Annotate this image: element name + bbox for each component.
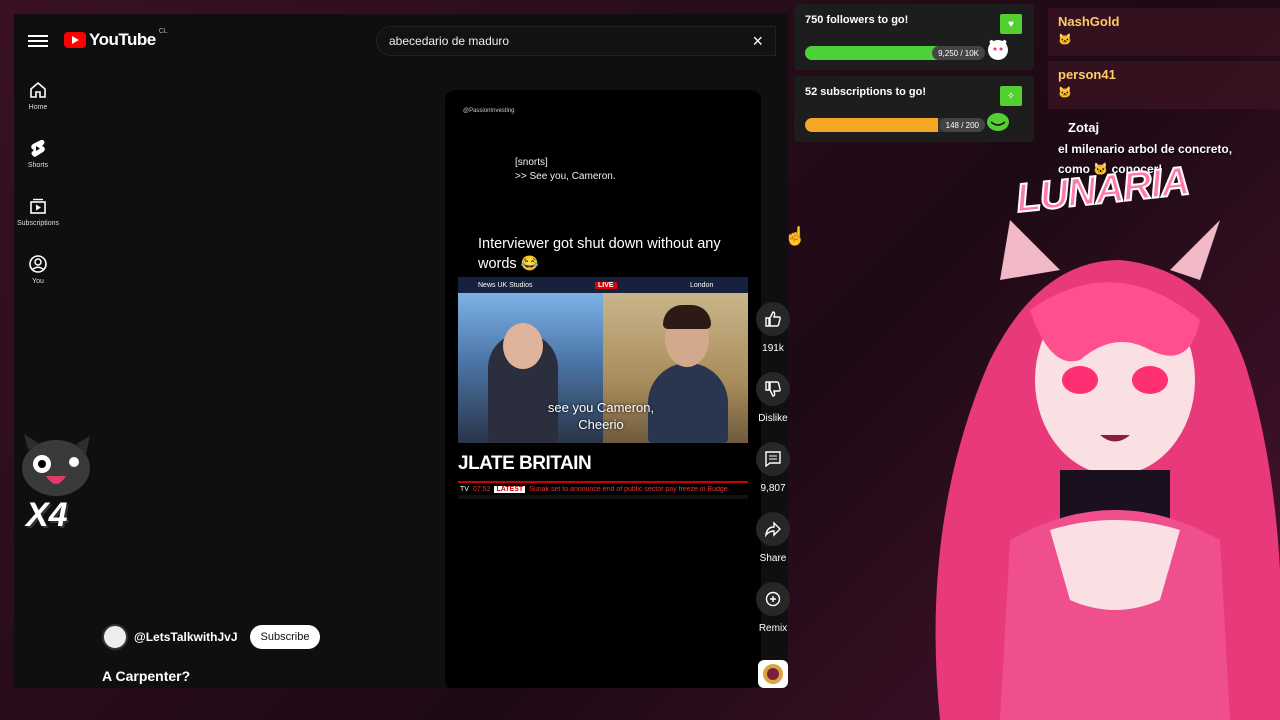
latest-badge: LATEST <box>494 485 526 493</box>
sidebar-label: Subscriptions <box>16 220 60 227</box>
ticker-bar: TV 07:52 LATEST Sunak set to announce en… <box>458 481 748 495</box>
goal-title: 52 subscriptions to go! <box>805 86 927 98</box>
chat-badge: 🐱 <box>1058 87 1072 99</box>
live-badge: LIVE <box>595 281 617 289</box>
chat-username: person41 <box>1058 67 1116 82</box>
hand-cursor-icon: ☝ <box>784 226 807 246</box>
goal-bar: 148 / 200 <box>805 118 985 132</box>
goal-title: 750 followers to go! <box>805 14 909 26</box>
multiplier-text: X4 <box>26 496 68 534</box>
goal-widgets: 750 followers to go! ♥ 9,250 / 10K 52 su… <box>794 4 1034 148</box>
dislike-icon <box>765 381 781 397</box>
sidebar-item-subscriptions[interactable]: Subscriptions <box>14 190 62 248</box>
sidebar-label: You <box>32 278 44 285</box>
action-bar: 191k Dislike 9,807 Share Remix <box>752 302 794 652</box>
caption-line: >> See you, Cameron. <box>515 171 616 182</box>
short-video-player[interactable]: @PassionInvesting [snorts] >> See you, C… <box>445 90 761 688</box>
subscriptions-icon <box>30 198 46 214</box>
goal-count: 148 / 200 <box>939 118 985 132</box>
jvj-logo-icon <box>763 664 783 684</box>
home-icon <box>30 81 46 98</box>
menu-icon[interactable] <box>28 32 48 52</box>
sidebar-label: Shorts <box>27 162 49 169</box>
comments-button[interactable]: 9,807 <box>752 442 794 512</box>
presenter-head <box>503 323 543 369</box>
channel-name[interactable]: @LetsTalkwithJvJ <box>134 630 238 644</box>
like-button[interactable]: 191k <box>752 302 794 372</box>
chat-username: Zotaj <box>1068 120 1100 135</box>
goal-count: 9,250 / 10K <box>932 46 985 60</box>
like-count: 191k <box>762 343 784 354</box>
cat-mascot-icon <box>22 434 90 496</box>
goal-bar: 9,250 / 10K <box>805 46 985 60</box>
chat-overlay: NashGold 🐱 person41 🐱 <box>1048 8 1280 114</box>
sidebar: Home Shorts Subscriptions You <box>14 74 62 306</box>
chat-username: NashGold <box>1058 14 1120 29</box>
search-box[interactable]: abecedario de maduro × <box>376 26 776 56</box>
comment-icon <box>765 451 781 468</box>
logo-word: YouTube <box>89 30 156 49</box>
multiplier-mascot: X4 <box>16 432 96 542</box>
sidebar-item-home[interactable]: Home <box>14 74 62 132</box>
vtuber-avatar <box>935 220 1280 720</box>
subscription-goal: 52 subscriptions to go! ✧ 148 / 200 <box>794 76 1034 142</box>
ticker-time: 07:52 <box>472 485 491 493</box>
channel-logo: TV <box>460 485 469 493</box>
search-input[interactable]: abecedario de maduro <box>389 34 752 48</box>
clip-studio: News UK Studios <box>478 281 533 289</box>
guest-hair <box>663 305 711 329</box>
share-icon <box>764 521 781 538</box>
clip-subtitle: see you Cameron, Cheerio <box>547 400 655 432</box>
guest-body <box>648 363 728 443</box>
logo-region: CL <box>158 28 168 35</box>
remix-icon <box>765 591 781 607</box>
like-icon <box>765 311 781 327</box>
cat-mascot-icon <box>988 38 1008 60</box>
sidebar-label: Home <box>28 104 48 111</box>
sound-channel-avatar[interactable] <box>758 660 788 688</box>
short-title[interactable]: A Carpenter? <box>102 668 190 684</box>
green-mascot-icon <box>987 113 1009 131</box>
heart-icon: ♥ <box>1000 14 1022 34</box>
chat-message: person41 🐱 <box>1048 61 1280 109</box>
video-watermark: @PassionInvesting <box>463 108 515 114</box>
video-caption: [snorts] >> See you, Cameron. <box>515 156 616 184</box>
channel-avatar[interactable] <box>102 624 128 650</box>
share-button[interactable]: Share <box>752 512 794 582</box>
youtube-logo[interactable]: YouTube CL <box>64 28 168 50</box>
youtube-play-icon <box>64 32 86 48</box>
sidebar-item-you[interactable]: You <box>14 248 62 306</box>
clip-city: London <box>690 281 714 289</box>
goal-fill <box>805 118 939 132</box>
shorts-icon <box>31 140 45 157</box>
clip-topbar: News UK Studios LIVE London <box>458 277 748 293</box>
star-icon: ✧ <box>1000 86 1022 106</box>
subscribe-button[interactable]: Subscribe <box>249 625 321 649</box>
remix-label: Remix <box>758 623 788 634</box>
follower-goal: 750 followers to go! ♥ 9,250 / 10K <box>794 4 1034 70</box>
dislike-button[interactable]: Dislike <box>752 372 794 442</box>
news-clip: News UK Studios LIVE London see you Came… <box>458 277 748 499</box>
clear-search-icon[interactable]: × <box>752 31 763 52</box>
channel-row: @LetsTalkwithJvJ Subscribe <box>102 624 321 650</box>
share-label: Share <box>759 553 787 564</box>
topbar: YouTube CL abecedario de maduro × <box>14 14 788 70</box>
ticker-news: Sunak set to announce end of public sect… <box>529 485 728 493</box>
ticker-title: JLATE BRITAIN <box>458 443 748 481</box>
chat-badge: 🐱 <box>1058 34 1072 46</box>
youtube-window: YouTube CL abecedario de maduro × Home S… <box>14 14 788 688</box>
video-headline: Interviewer got shut down without any wo… <box>478 236 721 272</box>
sidebar-item-shorts[interactable]: Shorts <box>14 132 62 190</box>
remix-button[interactable]: Remix <box>752 582 794 652</box>
comment-count: 9,807 <box>760 483 786 494</box>
chat-message: NashGold 🐱 <box>1048 8 1280 56</box>
you-icon <box>29 255 47 273</box>
caption-line: [snorts] <box>515 157 548 168</box>
dislike-label: Dislike <box>758 413 788 424</box>
